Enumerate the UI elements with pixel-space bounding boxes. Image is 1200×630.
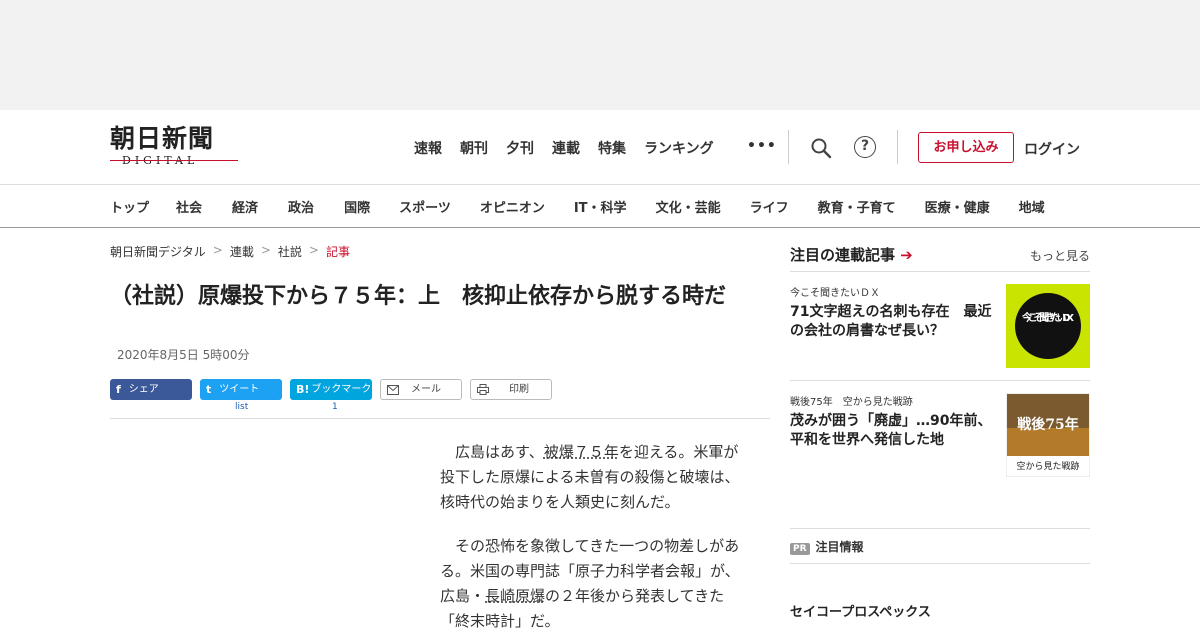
twitter-icon: t [206,383,212,396]
more-menu-icon[interactable]: ••• [747,138,777,154]
breadcrumb-item-home[interactable]: 朝日新聞デジタル [110,243,206,260]
thumbnail-caption: 空から見た戦跡 [1016,460,1079,472]
hatena-bookmark-label: ブックマーク [311,384,372,395]
keyword-link[interactable]: 被爆７５年 [544,443,619,461]
catnav-item-opinion[interactable]: オピニオン [480,197,545,216]
topnav-item-rensai[interactable]: 連載 [552,138,580,158]
category-nav: トップ 社会 経済 政治 国際 スポーツ オピニオン IT・科学 文化・芸能 ラ… [0,184,1200,228]
logo-main-text: 朝日新聞 [110,124,215,153]
thumbnail-text: 今こそ聞きたいDX [1021,311,1074,324]
breadcrumb-item-rensai[interactable]: 連載 [230,243,254,260]
pr-section-header: PR 注目情報 [790,538,864,555]
print-button[interactable]: 印刷 [470,379,552,400]
breadcrumb-separator: > [260,243,271,257]
share-divider [110,418,770,419]
mail-icon [387,384,399,395]
catnav-item-life[interactable]: ライフ [750,197,789,216]
article-body: 広島はあす、被爆７５年を迎える。米軍が投下した原爆による未曽有の殺傷と破壊は、核… [440,440,750,630]
sidebar-header: 注目の連載記事 ➔ もっと見る [790,244,1090,272]
facebook-share-label: シェア [128,384,159,395]
pr-section-title: 注目情報 [815,540,864,554]
dx-thumbnail-image[interactable]: 今こそ聞きたいDX [1006,284,1090,368]
catnav-item-economy[interactable]: 経済 [232,197,258,216]
facebook-share-button[interactable]: f シェア [110,379,192,400]
sidebar-article[interactable]: 今こそ聞きたいＤＸ 71文字超えの名刺も存在 最近の会社の肩書なぜ長い？ 今こそ… [790,284,1090,368]
site-header: 朝日新聞 DIGITAL 速報 朝刊 夕刊 連載 特集 ランキング ••• ? … [0,110,1200,184]
breadcrumb-separator: > [308,243,319,257]
catnav-item-it-science[interactable]: IT・科学 [574,197,627,216]
breadcrumb-separator: > [212,243,223,257]
article-date: 2020年8月5日 5時00分 [117,348,250,362]
print-label: 印刷 [509,384,529,395]
catnav-item-education[interactable]: 教育・子育て [818,197,896,216]
article-title: （社説）原爆投下から７５年：上 核抑止依存から脱する時だ [110,284,727,309]
catnav-item-culture[interactable]: 文化・芸能 [656,197,721,216]
sidebar-divider [790,380,1090,381]
topnav-item-tokushu[interactable]: 特集 [598,138,626,158]
twitter-share-label: ツイート [219,384,260,395]
catnav-item-health[interactable]: 医療・健康 [925,197,990,216]
catnav-item-politics[interactable]: 政治 [288,197,314,216]
catnav-item-society[interactable]: 社会 [176,197,202,216]
breadcrumb: 朝日新聞デジタル > 連載 > 社説 > 記事 [110,243,350,260]
topnav-item-yuukan[interactable]: 夕刊 [506,138,534,158]
breadcrumb-current: 記事 [325,245,350,259]
pr-company-name[interactable]: セイコープロスペックス [790,601,931,620]
mail-share-label: メール [411,384,441,395]
sidebar-title: 注目の連載記事 [790,246,896,264]
arrow-right-icon: ➔ [900,246,913,264]
subscribe-button[interactable]: お申し込み [918,132,1014,163]
twitter-count[interactable]: list [235,402,248,412]
sidebar-article[interactable]: 戦後75年 空から見た戦跡 茂みが囲う「廃虚」…90年前、平和を世界へ発信した地… [790,393,1090,477]
catnav-item-top[interactable]: トップ [110,197,149,216]
header-divider [788,130,789,164]
sidebar-article-headline[interactable]: 71文字超えの名刺も存在 最近の会社の肩書なぜ長い？ [790,303,1002,341]
sidebar-divider [790,528,1090,529]
topnav-item-ranking[interactable]: ランキング [644,138,714,158]
twitter-share-button[interactable]: t ツイート [200,379,282,400]
topnav-item-choukan[interactable]: 朝刊 [460,138,488,158]
sidebar-divider [790,563,1090,564]
facebook-icon: f [116,383,121,396]
site-logo[interactable]: 朝日新聞 DIGITAL [110,124,242,170]
hatena-count[interactable]: 1 [332,402,338,412]
search-icon[interactable] [810,137,832,159]
breadcrumb-item-editorial[interactable]: 社説 [278,243,302,260]
sidebar-article-headline[interactable]: 茂みが囲う「廃虚」…90年前、平和を世界へ発信した地 [790,412,1002,450]
article-paragraph: その恐怖を象徴してきた一つの物差しがある。米国の専門誌「原子力科学者会報」が、広… [440,534,750,630]
hatena-icon: B! [296,383,310,396]
pr-badge: PR [790,543,810,555]
logo-underline [110,160,238,161]
thumbnail-text: 戦後75年 [1017,416,1078,433]
topnav-item-sokuho[interactable]: 速報 [414,138,442,158]
hatena-bookmark-button[interactable]: B! ブックマーク [290,379,372,400]
sidebar-more-link[interactable]: もっと見る [1030,247,1090,264]
top-nav: 速報 朝刊 夕刊 連載 特集 ランキング [414,138,732,158]
keyword-link[interactable]: 長崎原爆 [485,587,545,605]
catnav-item-international[interactable]: 国際 [344,197,370,216]
login-link[interactable]: ログイン [1024,139,1080,159]
print-icon [477,384,489,395]
catnav-item-sports[interactable]: スポーツ [399,197,451,216]
article-paragraph: 広島はあす、被爆７５年を迎える。米軍が投下した原爆による未曽有の殺傷と破壊は、核… [440,440,750,515]
war-thumbnail-image[interactable]: 戦後75年 空から見た戦跡 [1006,393,1090,477]
header-divider [897,130,898,164]
catnav-item-local[interactable]: 地域 [1019,197,1045,216]
paragraph-text: 広島はあす、 [455,443,544,461]
mail-share-button[interactable]: メール [380,379,462,400]
ad-banner-area [0,0,1200,110]
help-icon[interactable]: ? [854,136,876,158]
